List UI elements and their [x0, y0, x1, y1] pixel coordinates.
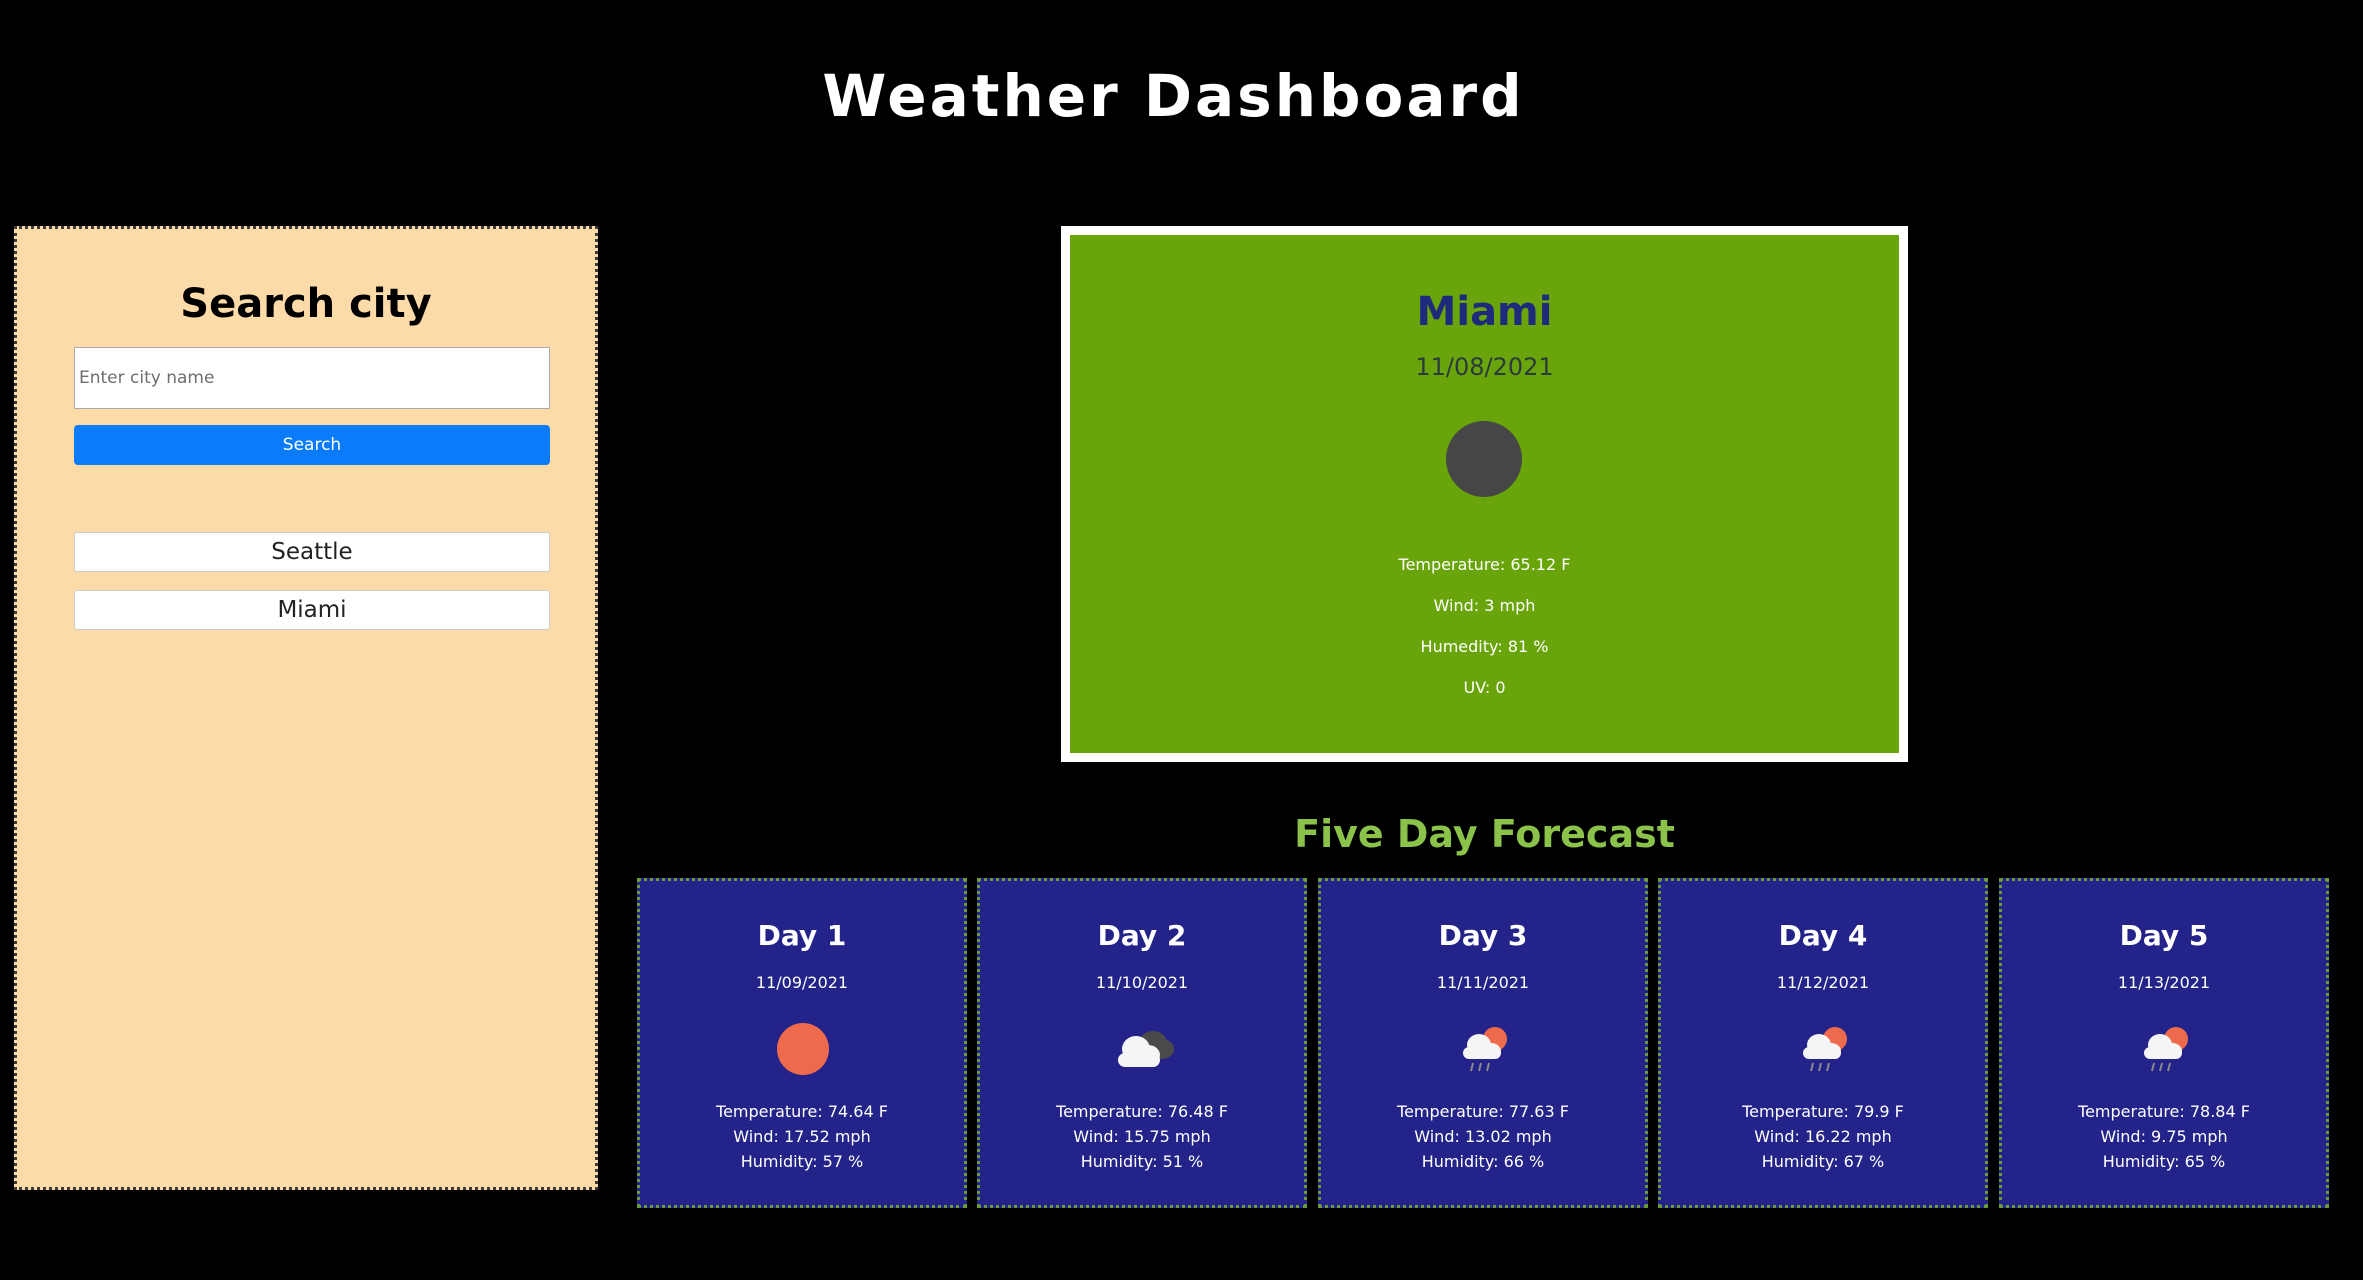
forecast-stats: Temperature: 77.63 F Wind: 13.02 mph Hum…: [1321, 1099, 1645, 1174]
forecast-day-label: Day 5: [2119, 919, 2209, 952]
forecast-card-day-4: Day 4 11/12/2021 Temperature: 79.9 F Win…: [1658, 878, 1988, 1208]
forecast-date: 11/12/2021: [1776, 973, 1870, 992]
page-title: Weather Dashboard: [822, 62, 1525, 130]
weather-dashboard-page: Weather Dashboard Search city Search Sea…: [0, 0, 2363, 1280]
weather-condition-icon: [1446, 421, 1522, 497]
forecast-day-label: Day 2: [1097, 919, 1187, 952]
forecast-date: 11/11/2021: [1436, 973, 1530, 992]
history-item-miami[interactable]: Miami: [74, 590, 550, 630]
forecast-card-day-3: Day 3 11/11/2021 Temperature: 77.63 F Wi…: [1318, 878, 1648, 1208]
forecast-date: 11/09/2021: [755, 973, 849, 992]
forecast-temperature: Temperature: 79.9 F: [1742, 1102, 1904, 1121]
current-date: 11/08/2021: [1415, 353, 1554, 381]
forecast-temperature: Temperature: 76.48 F: [1056, 1102, 1228, 1121]
forecast-stats: Temperature: 74.64 F Wind: 17.52 mph Hum…: [640, 1099, 964, 1174]
forecast-temperature: Temperature: 77.63 F: [1397, 1102, 1569, 1121]
forecast-stats: Temperature: 76.48 F Wind: 15.75 mph Hum…: [980, 1099, 1304, 1174]
search-title: Search city: [180, 281, 432, 327]
search-button[interactable]: Search: [74, 425, 550, 465]
forecast-stats: Temperature: 79.9 F Wind: 16.22 mph Humi…: [1661, 1099, 1985, 1174]
forecast-humidity: Humidity: 66 %: [1421, 1152, 1545, 1171]
current-humidity: Humedity: 81 %: [1420, 637, 1549, 656]
forecast-card-day-1: Day 1 11/09/2021 Temperature: 74.64 F Wi…: [637, 878, 967, 1208]
forecast-wind: Wind: 16.22 mph: [1754, 1127, 1892, 1146]
forecast-wind: Wind: 9.75 mph: [2100, 1127, 2228, 1146]
current-uv: UV: 0: [1463, 678, 1506, 697]
forecast-title: Five Day Forecast: [1294, 812, 1675, 856]
clouds-icon: [1118, 1031, 1174, 1067]
forecast-stats: Temperature: 78.84 F Wind: 9.75 mph Humi…: [2002, 1099, 2326, 1174]
forecast-temperature: Temperature: 74.64 F: [716, 1102, 888, 1121]
rain-sun-icon: [2144, 1027, 2188, 1072]
forecast-wind: Wind: 15.75 mph: [1073, 1127, 1211, 1146]
rain-sun-icon: [1463, 1027, 1507, 1072]
forecast-date: 11/13/2021: [2117, 973, 2211, 992]
current-temperature: Temperature: 65.12 F: [1398, 555, 1571, 574]
forecast-card-day-5: Day 5 11/13/2021 Temperature: 78.84 F Wi…: [1999, 878, 2329, 1208]
forecast-temperature: Temperature: 78.84 F: [2078, 1102, 2250, 1121]
forecast-day-label: Day 1: [757, 919, 847, 952]
forecast-day-label: Day 4: [1778, 919, 1868, 952]
forecast-humidity: Humidity: 65 %: [2102, 1152, 2226, 1171]
sun-icon: [777, 1023, 829, 1075]
forecast-day-label: Day 3: [1438, 919, 1528, 952]
history-item-seattle[interactable]: Seattle: [74, 532, 550, 572]
forecast-humidity: Humidity: 51 %: [1080, 1152, 1204, 1171]
forecast-card-day-2: Day 2 11/10/2021 Temperature: 76.48 F Wi…: [977, 878, 1307, 1208]
forecast-humidity: Humidity: 67 %: [1761, 1152, 1885, 1171]
rain-sun-icon: [1803, 1027, 1847, 1072]
city-search-input[interactable]: [74, 347, 550, 409]
forecast-wind: Wind: 17.52 mph: [733, 1127, 871, 1146]
forecast-wind: Wind: 13.02 mph: [1414, 1127, 1552, 1146]
current-weather-frame: Miami 11/08/2021 Temperature: 65.12 F Wi…: [1061, 226, 1908, 762]
search-panel: Search city Search Seattle Miami: [14, 226, 598, 1190]
current-city-name: Miami: [1416, 289, 1553, 335]
current-wind: Wind: 3 mph: [1433, 596, 1536, 615]
current-weather-card: Miami 11/08/2021 Temperature: 65.12 F Wi…: [1070, 235, 1899, 753]
forecast-humidity: Humidity: 57 %: [740, 1152, 864, 1171]
forecast-date: 11/10/2021: [1095, 973, 1189, 992]
